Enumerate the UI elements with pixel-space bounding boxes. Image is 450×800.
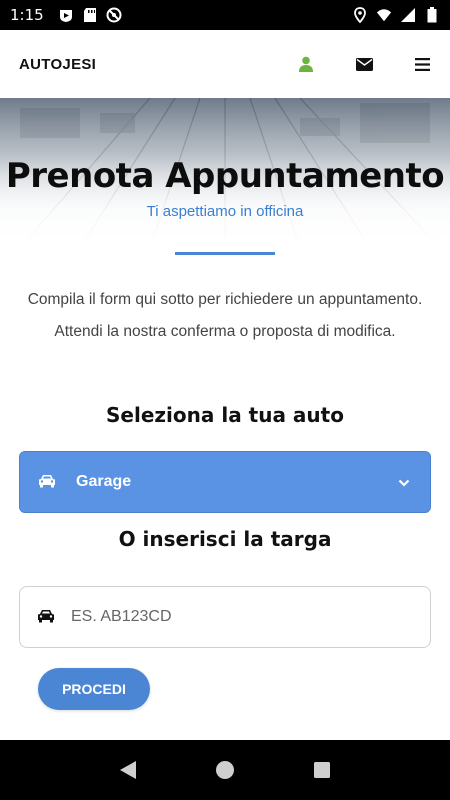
- wifi-icon: [376, 7, 392, 23]
- user-icon[interactable]: [297, 55, 315, 73]
- select-car-title: Seleziona la tua auto: [106, 403, 344, 427]
- brand-logo[interactable]: AUTOJESI: [19, 56, 96, 73]
- garage-select-value: Garage: [76, 473, 132, 490]
- sd-card-icon: [82, 7, 98, 23]
- signal-icon: [400, 7, 416, 23]
- play-protect-icon: [58, 7, 74, 23]
- battery-icon: [424, 7, 440, 23]
- procedi-button[interactable]: PROCEDI: [38, 668, 150, 710]
- home-icon[interactable]: [213, 758, 237, 782]
- plate-input[interactable]: [71, 608, 391, 626]
- navbar: AUTOJESI: [0, 30, 450, 98]
- title-divider: [175, 252, 275, 255]
- page-subtitle: Ti aspettiamo in officina: [146, 203, 304, 220]
- hero-banner: Prenota Appuntamento Ti aspettiamo in of…: [0, 98, 450, 248]
- plate-title: O inserisci la targa: [118, 527, 332, 551]
- location-icon: [352, 7, 368, 23]
- system-nav-bar: [0, 740, 450, 800]
- envelope-icon[interactable]: [355, 55, 373, 73]
- chevron-down-icon: [398, 475, 412, 489]
- plate-field[interactable]: [19, 586, 431, 648]
- status-bar: 1:15: [0, 0, 450, 30]
- garage-select[interactable]: Garage: [19, 451, 431, 513]
- intro-text: Compila il form qui sotto per richiedere…: [27, 291, 423, 340]
- status-time: 1:15: [10, 6, 44, 24]
- recents-icon[interactable]: [310, 758, 334, 782]
- menu-icon[interactable]: [413, 55, 431, 73]
- page-title: Prenota Appuntamento: [5, 156, 445, 196]
- car-icon: [37, 609, 55, 625]
- back-icon[interactable]: [116, 758, 140, 782]
- car-icon: [38, 474, 56, 490]
- no-disturb-icon: [106, 7, 122, 23]
